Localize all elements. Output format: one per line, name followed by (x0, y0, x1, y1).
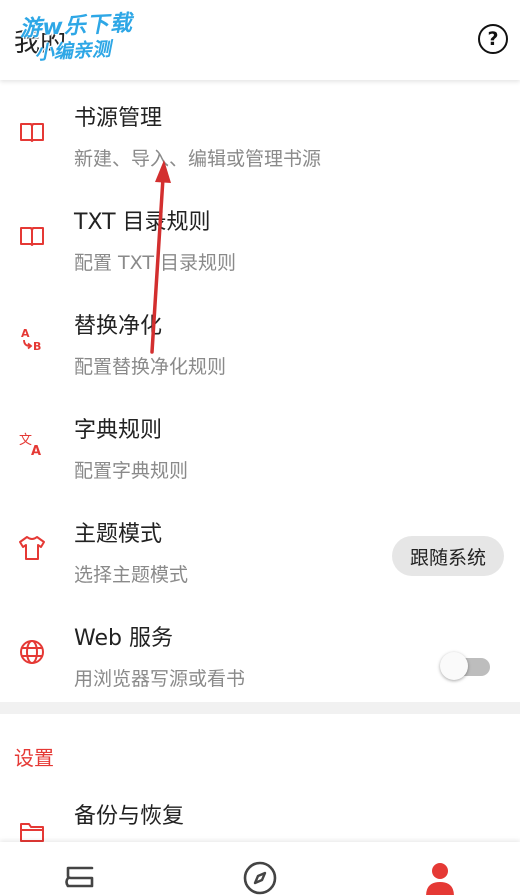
list-item-txt-toc-rules[interactable]: TXT 目录规则 配置 TXT 目录规则 (0, 184, 520, 288)
item-subtitle: 选择主题模式 (74, 564, 189, 586)
watermark: 游w乐下载 小编亲测 (19, 5, 135, 66)
list-item-web-service[interactable]: Web 服务 用浏览器写源或看书 (0, 600, 520, 704)
bottom-nav (0, 842, 520, 895)
book-open-icon (18, 222, 46, 250)
item-title: Web 服务 (74, 626, 173, 651)
item-title: 字典规则 (74, 418, 163, 443)
item-title: 替换净化 (74, 314, 163, 339)
list-item-backup-restore[interactable]: 备份与恢复 (0, 790, 520, 850)
replace-ab-icon: A B (18, 326, 46, 354)
item-title: 备份与恢复 (74, 804, 185, 829)
toggle-thumb (440, 652, 468, 680)
item-subtitle: 用浏览器写源或看书 (74, 668, 246, 690)
watermark-line-2: 小编亲测 (34, 38, 112, 65)
settings-list: 书源管理 新建、导入、编辑或管理书源 TXT 目录规则 配置 TXT 目录规则 … (0, 80, 520, 704)
shirt-icon (18, 534, 46, 562)
list-item-replace-purify[interactable]: A B 替换净化 配置替换净化规则 (0, 288, 520, 392)
nav-bookshelf[interactable] (60, 860, 100, 895)
book-open-icon (18, 118, 46, 146)
list-item-theme-mode[interactable]: 主题模式 选择主题模式 跟随系统 (0, 496, 520, 600)
section-divider (0, 702, 520, 714)
theme-mode-select[interactable]: 跟随系统 (391, 536, 504, 576)
item-subtitle: 配置字典规则 (74, 460, 189, 482)
svg-text:A: A (31, 444, 41, 458)
web-service-toggle[interactable] (440, 652, 490, 680)
item-subtitle: 配置 TXT 目录规则 (74, 252, 236, 274)
translate-icon: 文 A (18, 430, 46, 458)
item-subtitle: 新建、导入、编辑或管理书源 (74, 148, 322, 170)
person-icon (422, 860, 458, 895)
svg-text:A: A (21, 327, 30, 340)
globe-icon (18, 638, 46, 666)
bookshelf-icon (62, 860, 98, 895)
item-title: TXT 目录规则 (74, 210, 211, 235)
nav-my[interactable] (420, 860, 460, 895)
item-title: 主题模式 (74, 522, 163, 547)
compass-icon (242, 860, 278, 895)
list-item-book-source[interactable]: 书源管理 新建、导入、编辑或管理书源 (0, 80, 520, 184)
item-subtitle: 配置替换净化规则 (74, 356, 227, 378)
nav-discover[interactable] (240, 860, 280, 895)
item-title: 书源管理 (74, 106, 163, 131)
svg-text:B: B (33, 340, 41, 353)
help-circle-icon[interactable]: ? (478, 24, 508, 54)
section-header-settings: 设置 (14, 746, 54, 770)
list-item-dictionary-rules[interactable]: 文 A 字典规则 配置字典规则 (0, 392, 520, 496)
